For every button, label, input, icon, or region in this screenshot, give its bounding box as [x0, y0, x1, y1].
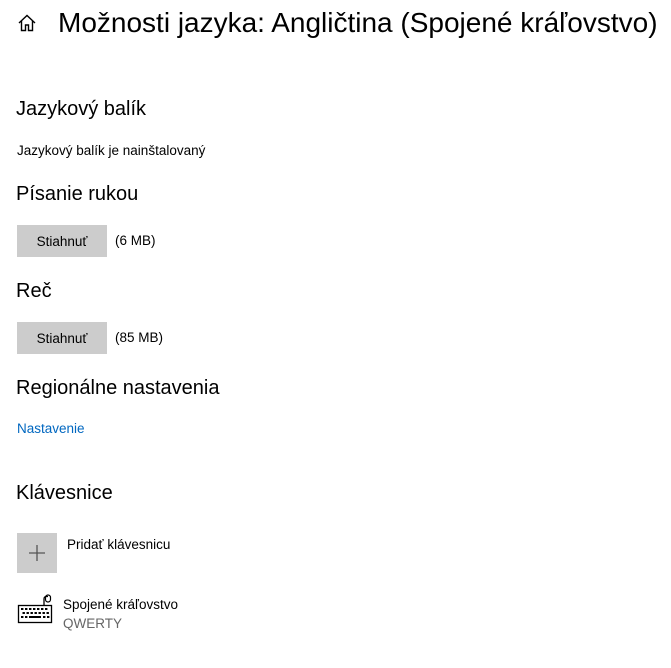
home-button[interactable]: [14, 10, 40, 36]
language-pack-heading: Jazykový balík: [16, 98, 147, 120]
handwriting-size: (6 MB): [115, 233, 156, 248]
regional-settings-heading: Regionálne nastavenia: [16, 377, 220, 399]
regional-settings-link[interactable]: Nastavenie: [17, 420, 85, 438]
speech-heading: Reč: [16, 280, 52, 302]
keyboard-icon: [17, 594, 53, 624]
page-title: Možnosti jazyka: Angličtina (Spojené krá…: [58, 7, 658, 38]
keyboards-heading: Klávesnice: [16, 482, 113, 504]
add-keyboard-button[interactable]: Pridať klávesnicu: [17, 533, 217, 575]
page-header: Možnosti jazyka: Angličtina (Spojené krá…: [0, 0, 671, 48]
add-keyboard-label: Pridať klávesnicu: [67, 537, 171, 552]
keyboard-list-item[interactable]: Spojené kráľovstvo QWERTY: [17, 594, 317, 636]
keyboard-layout: QWERTY: [63, 616, 123, 631]
speech-size: (85 MB): [115, 330, 164, 345]
plus-icon: [29, 545, 45, 561]
home-icon: [18, 14, 36, 32]
keyboard-name: Spojené kráľovstvo: [63, 597, 179, 612]
speech-download-button[interactable]: Stiahnuť: [17, 322, 107, 354]
handwriting-download-button[interactable]: Stiahnuť: [17, 225, 107, 257]
handwriting-heading: Písanie rukou: [16, 183, 139, 205]
add-keyboard-tile: [17, 533, 57, 573]
language-pack-status: Jazykový balík je nainštalovaný: [17, 143, 206, 158]
